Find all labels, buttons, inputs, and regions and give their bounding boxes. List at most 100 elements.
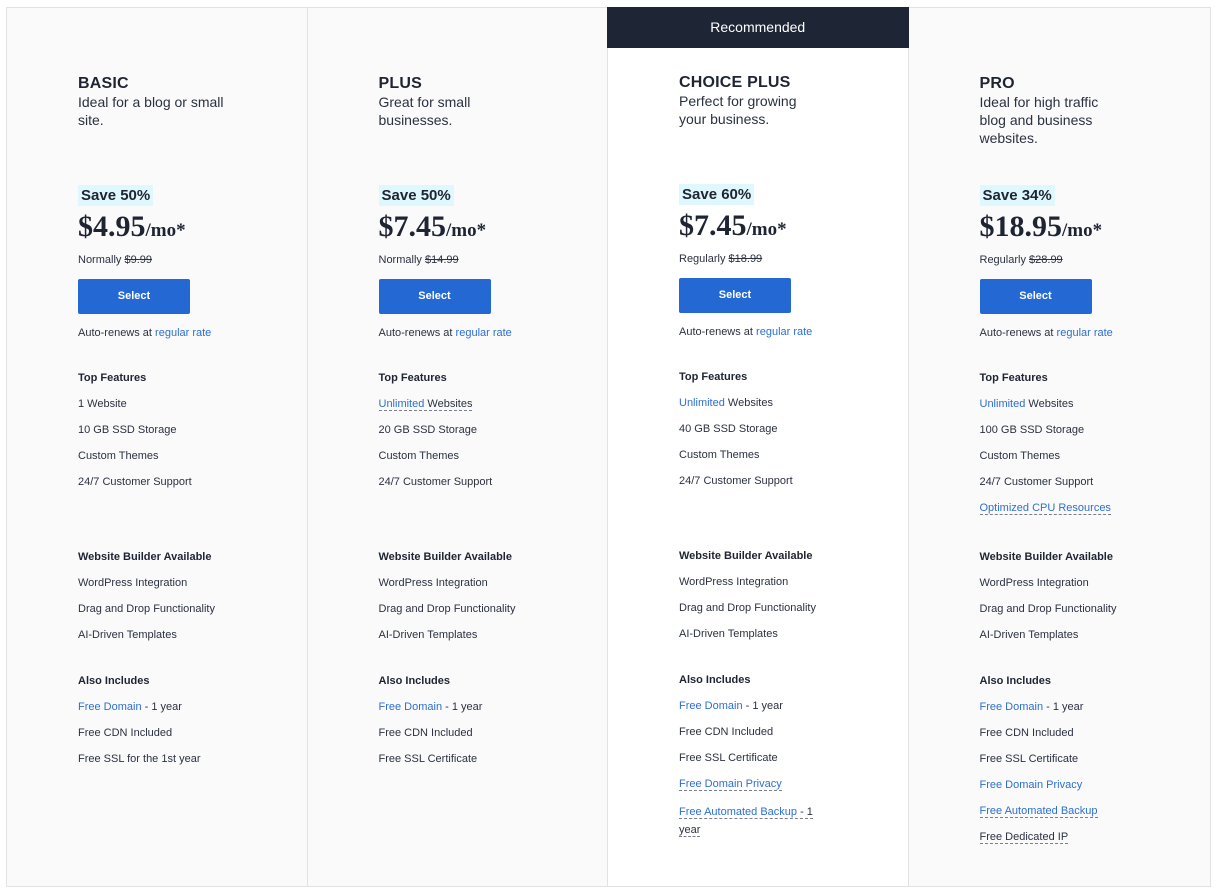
pricing-block: Save 60% $7.45/mo* Regularly $18.99 Sele… bbox=[679, 184, 899, 339]
feature-item: Drag and Drop Functionality bbox=[979, 603, 1117, 615]
save-badge: Save 50% bbox=[378, 185, 454, 206]
feature-item: WordPress Integration bbox=[979, 577, 1089, 589]
feature-item: Free Domain - 1 year bbox=[379, 700, 599, 714]
regular-rate-link[interactable]: regular rate bbox=[155, 327, 211, 339]
feature-item: WordPress Integration bbox=[679, 576, 789, 588]
feature-item: AI-Driven Templates bbox=[979, 629, 1079, 641]
plan-content: CHOICE PLUS Perfect for growing your bus… bbox=[679, 74, 879, 837]
feature-item: Free Domain Privacy bbox=[980, 778, 1200, 792]
feature-item: 1 Website bbox=[78, 398, 127, 410]
free-automated-backup-link[interactable]: Free Automated Backup bbox=[679, 806, 797, 818]
plan-description: Perfect for growing your business. bbox=[679, 93, 797, 127]
feature-item: 100 GB SSD Storage bbox=[979, 424, 1085, 436]
feature-text: - 1 year bbox=[442, 701, 483, 713]
unlimited-link[interactable]: Unlimited bbox=[980, 398, 1026, 410]
plan-description: Great for small businesses. bbox=[378, 94, 471, 128]
free-automated-backup-tooltip[interactable]: Free Automated Backup - 1 year bbox=[679, 806, 813, 837]
regular-rate-link[interactable]: regular rate bbox=[1057, 327, 1113, 339]
auto-renew-note: Auto-renews at regular rate bbox=[980, 326, 1200, 340]
section-title: Website Builder Available bbox=[378, 551, 512, 563]
optimized-cpu-link[interactable]: Optimized CPU Resources bbox=[979, 502, 1111, 515]
auto-renew-note: Auto-renews at regular rate bbox=[379, 326, 599, 340]
price-period: /mo* bbox=[145, 220, 186, 241]
free-domain-privacy-link[interactable]: Free Domain Privacy bbox=[679, 778, 782, 791]
original-price: $9.99 bbox=[124, 254, 152, 266]
top-features-section: Top Features Unlimited Websites 20 GB SS… bbox=[378, 371, 599, 489]
feature-item: Custom Themes bbox=[679, 449, 760, 461]
price-period: /mo* bbox=[746, 219, 787, 240]
free-domain-privacy-link[interactable]: Free Domain Privacy bbox=[980, 779, 1083, 791]
feature-item: Unlimited Websites bbox=[378, 397, 599, 411]
plan-content: BASIC Ideal for a blog or small site. Sa… bbox=[78, 75, 278, 765]
top-features-section: Top Features Unlimited Websites 100 GB S… bbox=[979, 371, 1200, 515]
free-domain-link[interactable]: Free Domain bbox=[679, 700, 743, 712]
section-title: Also Includes bbox=[378, 675, 451, 687]
auto-renew-note: Auto-renews at regular rate bbox=[679, 325, 899, 339]
recommended-banner: Recommended bbox=[607, 7, 909, 48]
feature-text: Websites bbox=[424, 398, 473, 410]
feature-item: 24/7 Customer Support bbox=[979, 476, 1094, 488]
normal-price: Regularly $28.99 bbox=[980, 253, 1200, 267]
feature-item: WordPress Integration bbox=[78, 577, 188, 589]
plan-content: PRO Ideal for high traffic blog and busi… bbox=[979, 75, 1180, 844]
unlimited-websites-tooltip[interactable]: Unlimited Websites bbox=[378, 398, 473, 411]
section-title: Also Includes bbox=[679, 674, 751, 686]
plan-price: $7.45/mo* bbox=[379, 210, 599, 248]
free-automated-backup-link[interactable]: Free Automated Backup bbox=[979, 805, 1098, 818]
website-builder-section: Website Builder Available WordPress Inte… bbox=[78, 550, 298, 642]
section-title: Website Builder Available bbox=[679, 550, 813, 562]
plan-card-plus: PLUS Great for small businesses. Save 50… bbox=[307, 8, 608, 886]
plan-content: PLUS Great for small businesses. Save 50… bbox=[378, 75, 579, 765]
normal-label: Regularly bbox=[679, 253, 726, 265]
select-basic-button[interactable]: Select bbox=[78, 279, 190, 314]
regular-rate-link[interactable]: regular rate bbox=[756, 326, 812, 338]
price-amount: $18.95 bbox=[979, 210, 1063, 243]
select-choice-plus-button[interactable]: Select bbox=[679, 278, 791, 313]
section-title: Top Features bbox=[378, 372, 447, 384]
normal-label: Normally bbox=[378, 254, 422, 266]
section-title: Also Includes bbox=[78, 675, 150, 687]
feature-item: Custom Themes bbox=[78, 450, 159, 462]
pricing-block: Save 50% $7.45/mo* Normally $14.99 Selec… bbox=[378, 185, 599, 340]
unlimited-link[interactable]: Unlimited bbox=[679, 397, 725, 409]
feature-item: Unlimited Websites bbox=[980, 397, 1200, 411]
plan-price: $7.45/mo* bbox=[679, 209, 899, 247]
plan-price: $18.95/mo* bbox=[980, 210, 1200, 248]
select-plus-button[interactable]: Select bbox=[378, 279, 491, 314]
free-domain-link[interactable]: Free Domain bbox=[78, 701, 142, 713]
pricing-block: Save 50% $4.95/mo* Normally $9.99 Select… bbox=[78, 185, 298, 340]
feature-item: Free Domain - 1 year bbox=[679, 699, 899, 713]
feature-item: Free Domain Privacy bbox=[679, 777, 899, 791]
also-includes-section: Also Includes Free Domain - 1 year Free … bbox=[679, 673, 899, 839]
feature-item: Free CDN Included bbox=[979, 727, 1074, 739]
price-period: /mo* bbox=[1062, 220, 1103, 241]
free-dedicated-ip-tooltip[interactable]: Free Dedicated IP bbox=[979, 831, 1069, 844]
feature-text: Websites bbox=[1025, 398, 1074, 410]
also-includes-section: Also Includes Free Domain - 1 year Free … bbox=[78, 674, 298, 766]
also-includes-section: Also Includes Free Domain - 1 year Free … bbox=[379, 674, 599, 766]
feature-item: Free CDN Included bbox=[679, 726, 774, 738]
regular-rate-link[interactable]: regular rate bbox=[456, 327, 512, 339]
free-domain-link[interactable]: Free Domain bbox=[980, 701, 1044, 713]
auto-renew-note: Auto-renews at regular rate bbox=[78, 326, 298, 340]
free-domain-link[interactable]: Free Domain bbox=[379, 701, 443, 713]
normal-price: Normally $14.99 bbox=[379, 253, 599, 267]
feature-item: Free CDN Included bbox=[78, 727, 173, 739]
unlimited-link[interactable]: Unlimited bbox=[379, 398, 425, 410]
select-pro-button[interactable]: Select bbox=[979, 279, 1092, 314]
auto-renew-text: Auto-renews at bbox=[78, 327, 152, 339]
feature-item: 10 GB SSD Storage bbox=[78, 424, 177, 436]
price-amount: $4.95 bbox=[78, 210, 146, 243]
feature-item: 40 GB SSD Storage bbox=[679, 423, 778, 435]
plan-name: BASIC bbox=[78, 75, 129, 92]
price-amount: $7.45 bbox=[378, 210, 447, 243]
feature-text: - 1 year bbox=[1043, 701, 1084, 713]
website-builder-section: Website Builder Available WordPress Inte… bbox=[679, 549, 899, 641]
normal-label: Normally bbox=[78, 254, 122, 266]
save-badge: Save 50% bbox=[78, 185, 154, 206]
plan-card-pro: PRO Ideal for high traffic blog and busi… bbox=[908, 8, 1210, 886]
price-period: /mo* bbox=[446, 220, 487, 241]
feature-item: Free Automated Backup bbox=[979, 804, 1200, 818]
feature-item: Free Dedicated IP bbox=[979, 830, 1200, 844]
normal-price: Normally $9.99 bbox=[78, 253, 298, 267]
